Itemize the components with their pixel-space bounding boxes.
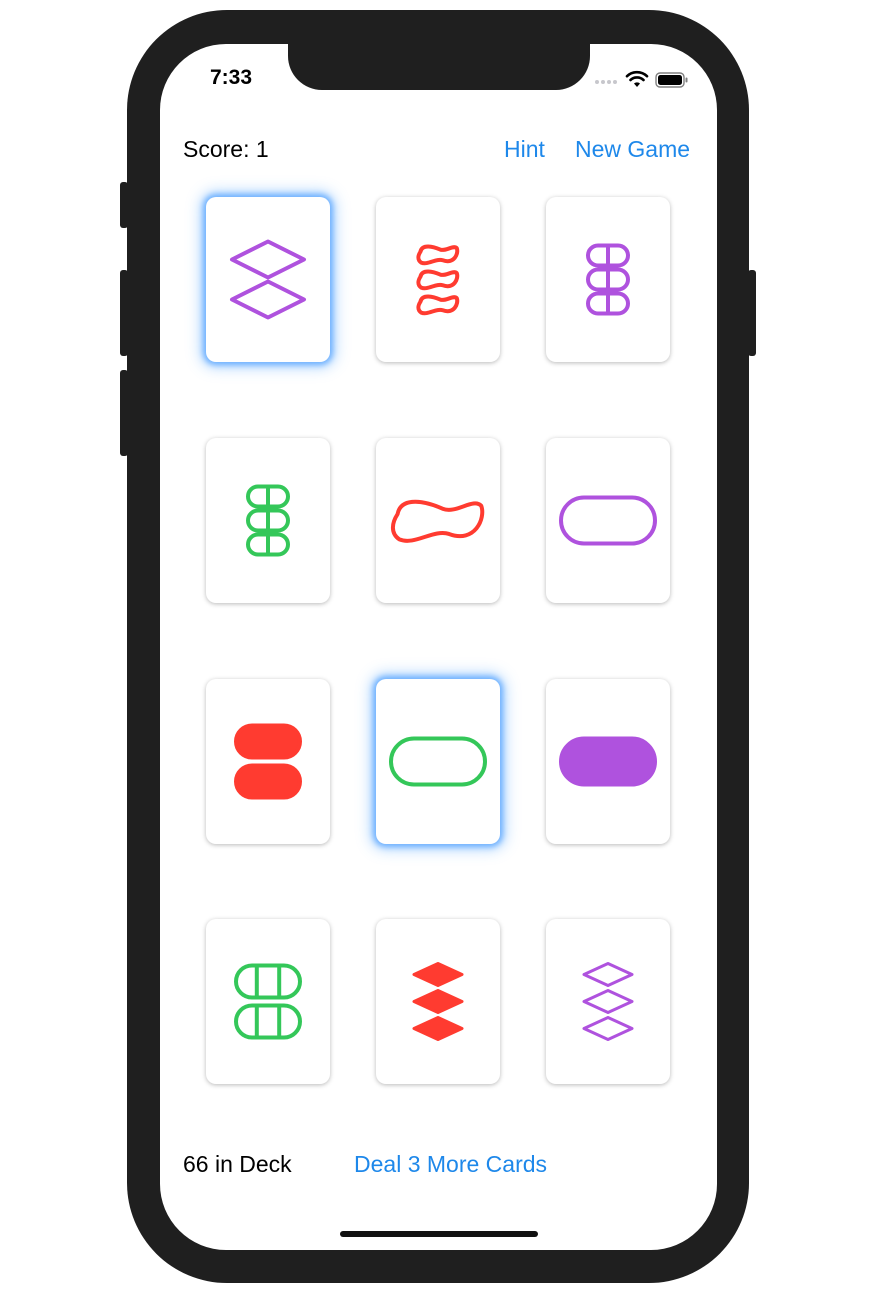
status-time: 7:33 — [210, 66, 253, 89]
mute-switch — [120, 182, 128, 228]
card[interactable] — [206, 438, 330, 603]
card[interactable] — [206, 679, 330, 844]
volume-down-button — [120, 370, 128, 456]
notch — [288, 44, 590, 90]
home-indicator — [340, 1231, 538, 1237]
card[interactable] — [546, 197, 670, 362]
card[interactable] — [546, 438, 670, 603]
card[interactable] — [546, 679, 670, 844]
deck-count-label: 66 in Deck — [183, 1151, 292, 1177]
oval-symbol-icon — [559, 495, 657, 546]
score-label: Score: 1 — [183, 136, 269, 162]
cellular-signal-icon — [595, 80, 617, 84]
wifi-icon — [625, 70, 649, 87]
card[interactable] — [376, 919, 500, 1084]
card[interactable] — [376, 679, 500, 844]
new-game-button[interactable]: New Game — [575, 136, 690, 163]
card[interactable] — [376, 197, 500, 362]
card[interactable] — [376, 438, 500, 603]
deal-more-cards-button[interactable]: Deal 3 More Cards — [354, 1151, 547, 1178]
volume-up-button — [120, 270, 128, 356]
battery-icon — [655, 72, 688, 88]
oval-symbol-icon — [559, 736, 657, 787]
diamond-symbol-icon — [582, 962, 634, 1041]
diamond-symbol-icon — [230, 239, 306, 320]
oval-symbol-icon — [246, 484, 290, 557]
hint-button[interactable]: Hint — [504, 136, 545, 163]
oval-symbol-icon — [234, 723, 302, 800]
power-button — [748, 270, 756, 356]
oval-symbol-icon — [234, 963, 302, 1040]
screen: 7:33 Score: 1 Hint New Game 66 in Deck D… — [160, 44, 717, 1250]
squiggle-symbol-icon — [416, 244, 460, 316]
squiggle-symbol-icon — [390, 499, 485, 543]
diamond-symbol-icon — [412, 962, 464, 1041]
card[interactable] — [546, 919, 670, 1084]
oval-symbol-icon — [586, 243, 630, 316]
card[interactable] — [206, 919, 330, 1084]
oval-symbol-icon — [389, 736, 487, 787]
card[interactable] — [206, 197, 330, 362]
